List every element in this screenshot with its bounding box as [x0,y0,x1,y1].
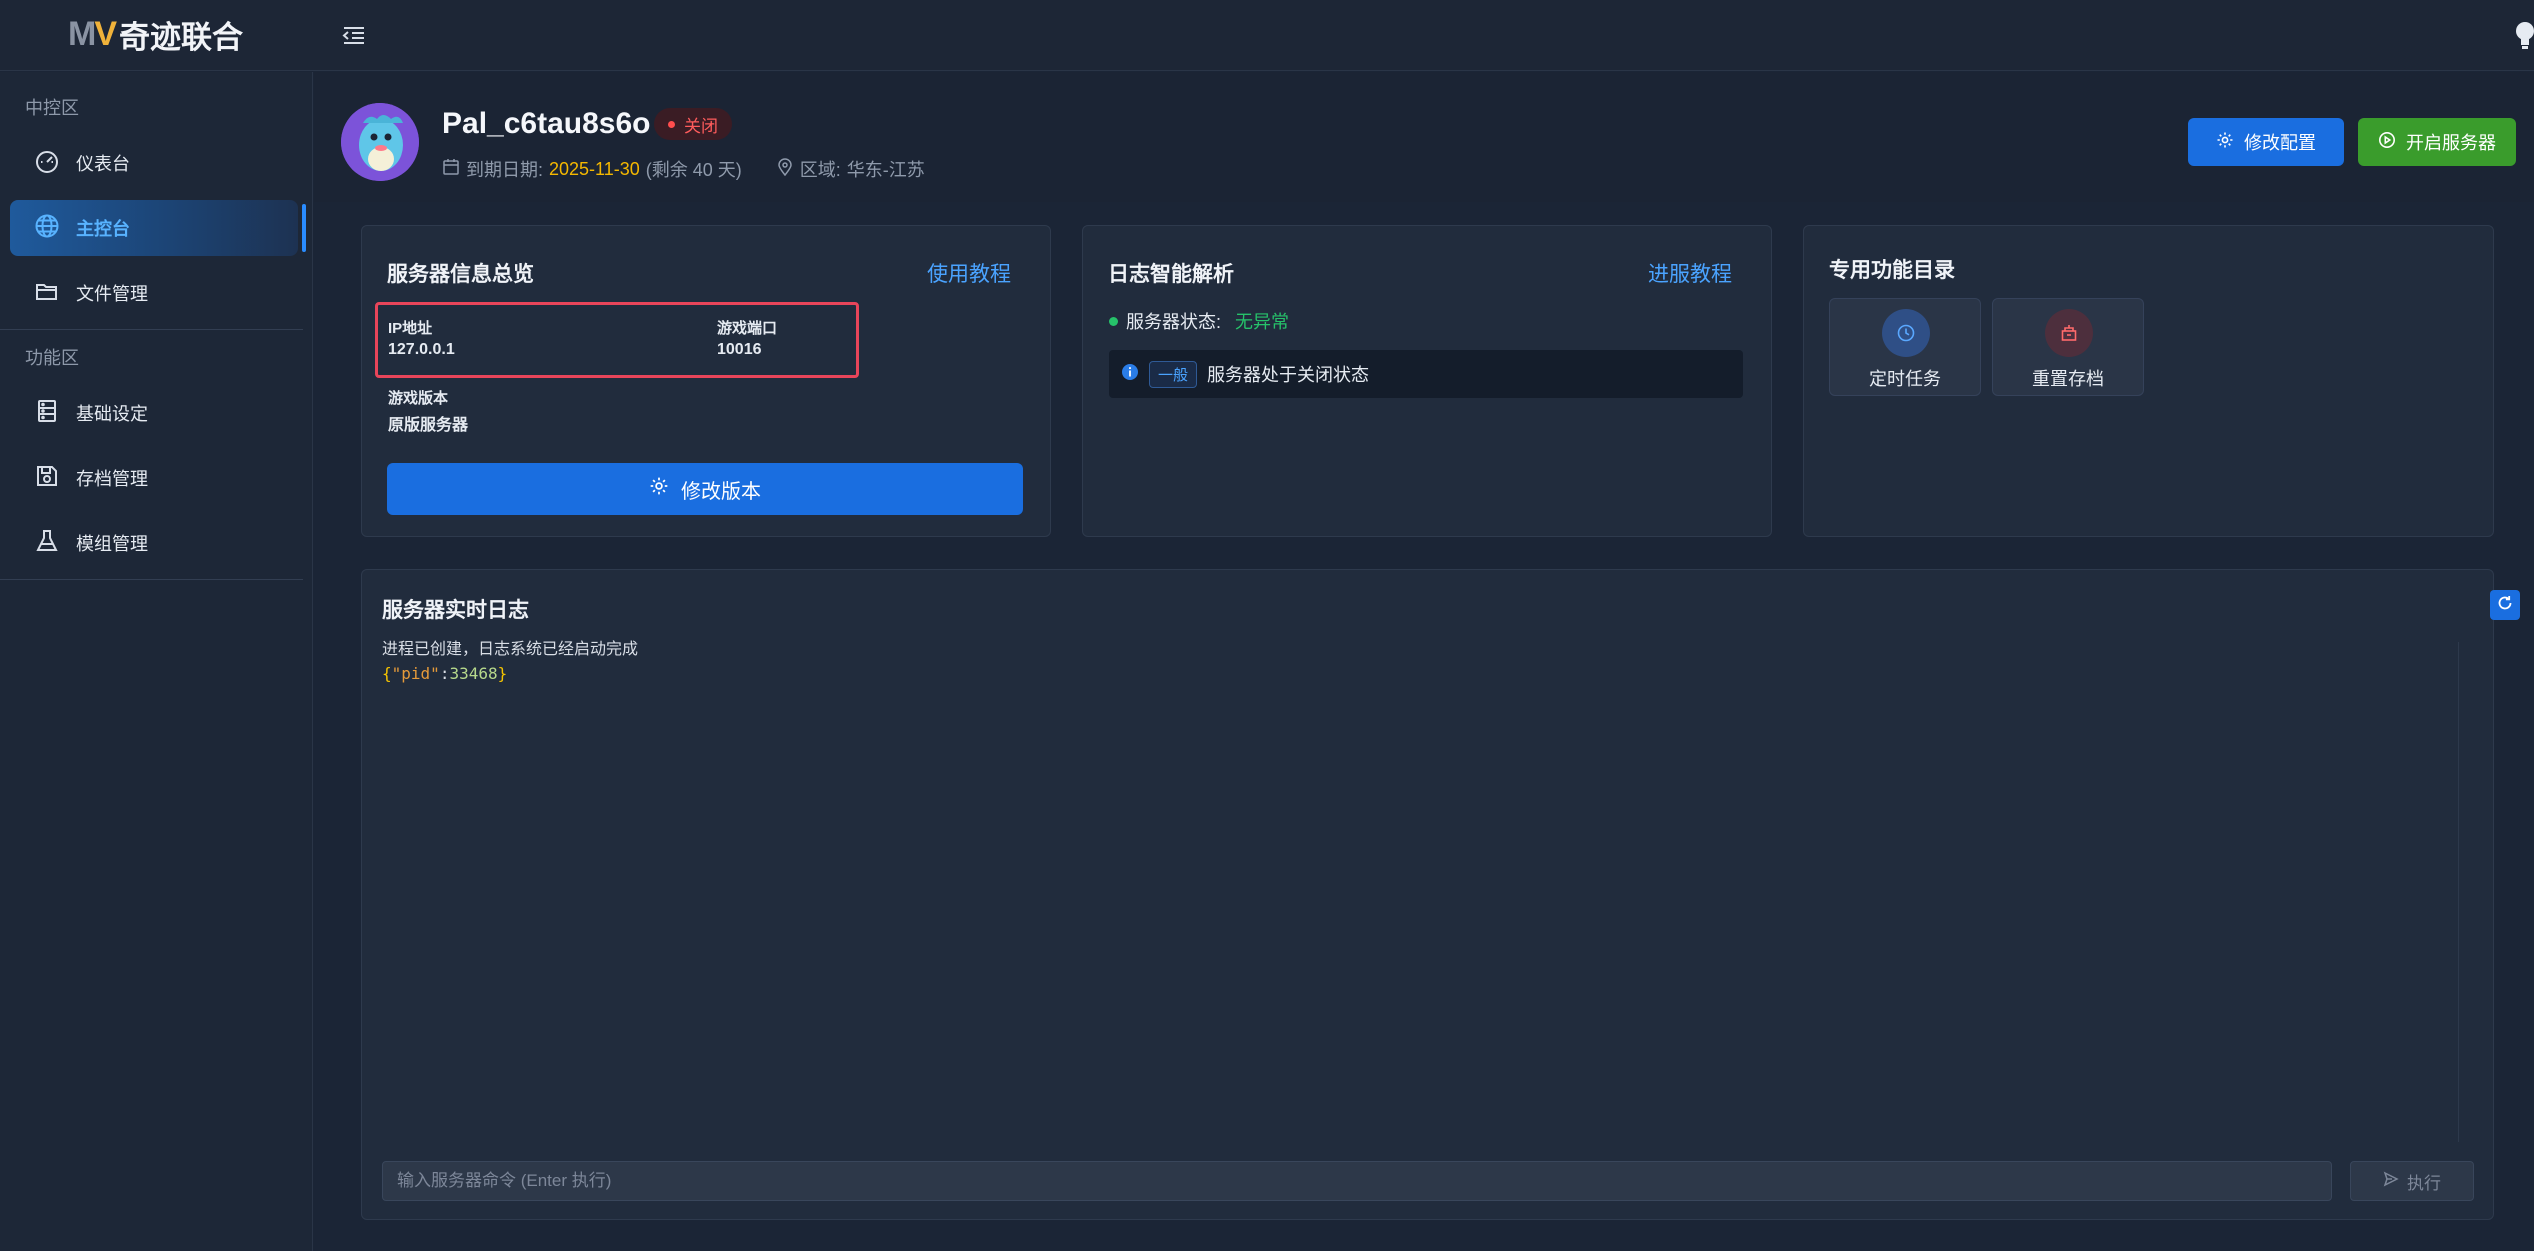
server-name: Pal_c6tau8s6o [442,107,651,140]
status-badge: 关闭 [654,108,732,140]
folder-icon [34,278,60,309]
sidebar-section-control: 中控区 [25,98,79,118]
server-status-line: 服务器状态: 无异常 [1109,308,1289,334]
modify-version-button[interactable]: 修改版本 [387,463,1023,515]
server-info-title: 服务器信息总览 [387,263,534,286]
server-meta: 到期日期: 2025-11-30 (剩余 40 天) 区域: 华东-江苏 [442,156,925,182]
start-server-label: 开启服务器 [2406,133,2496,153]
sidebar-item-archives[interactable]: 存档管理 [10,450,298,506]
version-label: 游戏版本 [388,390,449,407]
status-dot [1109,316,1118,326]
location-icon [776,157,794,181]
logo-mark: MV [68,14,117,53]
server-icon [34,398,60,429]
log-analysis-card: 日志智能解析 进服教程 服务器状态: 无异常 一般 服务器处于关闭状态 [1082,225,1772,537]
log-scrollbar[interactable] [2458,642,2468,1142]
save-icon [34,463,60,494]
execute-label: 执行 [2407,1173,2441,1193]
sidebar-divider [0,329,303,330]
gear-icon [2216,131,2234,154]
sidebar-item-label: 模组管理 [76,534,148,554]
top-bar: MV 奇迹联合 [0,0,2534,71]
start-server-button[interactable]: 开启服务器 [2358,118,2516,166]
sidebar-item-label: 主控台 [76,219,130,239]
sidebar-item-basic-settings[interactable]: 基础设定 [10,385,298,441]
realtime-log-title: 服务器实时日志 [382,599,529,622]
sidebar-section-functions: 功能区 [25,348,79,368]
reset-archive-label: 重置存档 [2032,369,2104,389]
log-analysis-title: 日志智能解析 [1108,263,1234,286]
port-value: 10016 [717,341,762,358]
menu-collapse-icon[interactable] [338,20,368,50]
log-info-row: 一般 服务器处于关闭状态 [1109,350,1743,398]
refresh-log-button[interactable] [2490,590,2520,620]
dashboard-icon [34,148,60,179]
calendar-icon [442,158,460,181]
features-card: 专用功能目录 定时任务 重置存档 [1803,225,2494,537]
sidebar-item-label: 存档管理 [76,469,148,489]
refresh-icon [2495,593,2515,618]
logo-text: 奇迹联合 [119,19,244,55]
modify-version-label: 修改版本 [681,480,761,503]
join-guide-link[interactable]: 进服教程 [1648,258,1732,288]
globe-icon [34,213,60,244]
realtime-log-card: 服务器实时日志 进程已创建，日志系统已经启动完成 {"pid":33468} 执… [361,569,2520,1220]
sidebar-item-dashboard[interactable]: 仪表台 [10,135,298,191]
lightbulb-icon[interactable] [2508,18,2534,52]
region-label: 区域: [799,160,841,180]
server-avatar [341,103,419,181]
sidebar-item-mods[interactable]: 模组管理 [10,515,298,571]
features-title: 专用功能目录 [1829,259,1955,282]
remaining-days: (剩余 40 天) [645,160,742,180]
region-value: 华东-江苏 [846,160,925,180]
execute-button[interactable]: 执行 [2350,1161,2474,1201]
reset-archive-icon [2045,309,2093,357]
sidebar-item-label: 仪表台 [76,154,130,174]
sidebar-item-files[interactable]: 文件管理 [10,265,298,321]
ip-value: 127.0.0.1 [388,341,455,358]
clock-icon [1882,309,1930,357]
sidebar-divider [0,579,303,580]
expiry-label: 到期日期: [466,160,544,180]
log-line: 进程已创建，日志系统已经启动完成 [382,639,639,658]
log-line: {"pid":33468} [382,664,508,683]
version-value: 原版服务器 [388,417,469,434]
play-circle-icon [2378,131,2396,154]
scheduled-task-label: 定时任务 [1869,369,1941,389]
sidebar: 中控区 仪表台 主控台 文件管理 功能区 基础设定 存档管理 模组管理 [0,72,313,1251]
ip-port-highlight [375,302,859,378]
sidebar-item-label: 文件管理 [76,284,148,304]
modify-config-label: 修改配置 [2244,133,2316,153]
server-header: Pal_c6tau8s6o 关闭 到期日期: 2025-11-30 (剩余 40… [314,72,2534,202]
port-label: 游戏端口 [717,320,778,337]
log-level-tag: 一般 [1149,360,1198,388]
server-info-card: 服务器信息总览 使用教程 IP地址 127.0.0.1 游戏端口 10016 游… [361,225,1051,537]
ip-label: IP地址 [388,320,433,337]
log-output: 进程已创建，日志系统已经启动完成 {"pid":33468} [382,636,638,686]
usage-tutorial-link[interactable]: 使用教程 [927,258,1011,288]
server-status-value: 无异常 [1235,312,1290,332]
sidebar-item-label: 基础设定 [76,404,148,424]
sidebar-item-console[interactable]: 主控台 [10,200,306,256]
expiry-date: 2025-11-30 [549,158,640,179]
server-status-label: 服务器状态: [1126,312,1222,332]
reset-archive-button[interactable]: 重置存档 [1992,298,2144,396]
app-logo[interactable]: MV 奇迹联合 [68,14,244,55]
scheduled-task-button[interactable]: 定时任务 [1829,298,1981,396]
flask-icon [34,528,60,559]
modify-config-button[interactable]: 修改配置 [2188,118,2344,166]
send-icon [2383,1171,2399,1192]
log-info-text: 服务器处于关闭状态 [1207,365,1370,385]
command-input[interactable] [382,1161,2332,1201]
info-icon [1121,363,1139,386]
gear-icon [649,476,669,502]
